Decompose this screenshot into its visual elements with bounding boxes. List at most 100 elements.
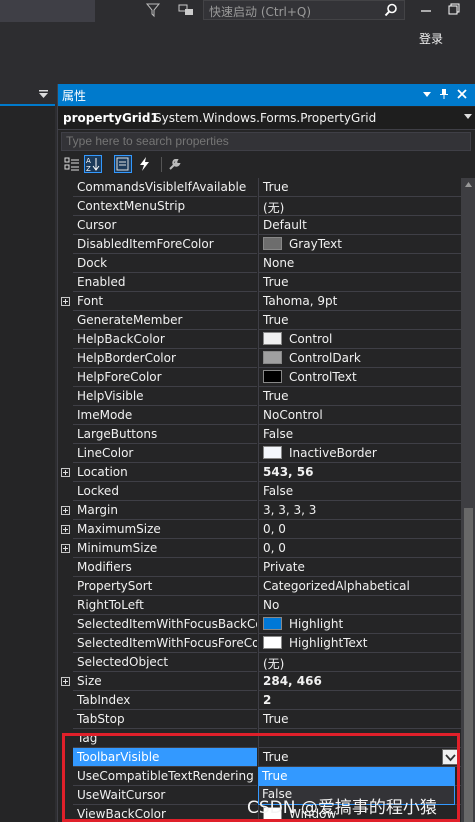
property-name[interactable]: Tag <box>73 729 257 748</box>
property-name[interactable]: Font <box>73 292 257 311</box>
property-value[interactable]: True <box>258 273 461 292</box>
property-value[interactable]: 543, 56 <box>258 463 461 482</box>
property-row[interactable]: Locked False <box>58 482 461 501</box>
property-row[interactable]: Modifiers Private <box>58 558 461 577</box>
property-name[interactable]: HelpVisible <box>73 387 257 406</box>
login-link[interactable]: 登录 <box>419 30 443 47</box>
object-selector[interactable]: propertyGrid1 System.Windows.Forms.Prope… <box>58 107 475 130</box>
property-value[interactable]: True <box>258 311 461 330</box>
property-row[interactable]: MinimumSize 0, 0 <box>58 539 461 558</box>
property-name[interactable]: Size <box>73 672 257 691</box>
expand-plus-icon[interactable] <box>61 506 70 515</box>
property-value[interactable]: 0, 0 <box>258 539 461 558</box>
close-icon[interactable] <box>455 87 469 101</box>
property-search-input[interactable] <box>62 133 470 149</box>
property-value[interactable]: 2 <box>258 691 461 710</box>
property-value[interactable]: HighlightText <box>258 634 461 653</box>
property-name[interactable]: Modifiers <box>73 558 257 577</box>
events-lightning-icon[interactable] <box>136 155 154 173</box>
property-name[interactable]: TabIndex <box>73 691 257 710</box>
property-name[interactable]: MaximumSize <box>73 520 257 539</box>
expand-plus-icon[interactable] <box>61 468 70 477</box>
property-search-box[interactable] <box>61 132 471 151</box>
categorized-icon[interactable] <box>63 155 81 173</box>
property-row[interactable]: HelpForeColor ControlText <box>58 368 461 387</box>
property-row[interactable]: Cursor Default <box>58 216 461 235</box>
property-value[interactable]: NoControl <box>258 406 461 425</box>
property-value[interactable]: 3, 3, 3, 3 <box>258 501 461 520</box>
property-name[interactable]: GenerateMember <box>73 311 257 330</box>
scroll-up-icon[interactable] <box>465 182 472 187</box>
property-row[interactable]: Margin 3, 3, 3, 3 <box>58 501 461 520</box>
scrollbar-thumb[interactable] <box>464 508 473 822</box>
property-row[interactable]: HelpBorderColor ControlDark <box>58 349 461 368</box>
feedback-icon[interactable] <box>178 2 194 18</box>
property-value[interactable]: Highlight <box>258 615 461 634</box>
property-row[interactable]: SelectedItemWithFocusForeColor HighlightT… <box>58 634 461 653</box>
property-value[interactable]: GrayText <box>258 235 461 254</box>
property-row[interactable]: MaximumSize 0, 0 <box>58 520 461 539</box>
property-name[interactable]: DisabledItemForeColor <box>73 235 257 254</box>
value-dropdown-button[interactable] <box>442 749 459 765</box>
property-name[interactable]: LargeButtons <box>73 425 257 444</box>
property-row[interactable]: Location 543, 56 <box>58 463 461 482</box>
property-value[interactable]: False <box>258 425 461 444</box>
pin-icon[interactable] <box>437 87 451 101</box>
property-row[interactable]: HelpVisible True <box>58 387 461 406</box>
property-name[interactable]: UseWaitCursor <box>73 786 257 805</box>
property-row[interactable]: SelectedObject (无) <box>58 653 461 672</box>
alphabetical-button[interactable]: A Z <box>84 155 102 173</box>
property-value[interactable]: True <box>258 178 461 197</box>
expand-plus-icon[interactable] <box>61 677 70 686</box>
restore-icon[interactable] <box>446 2 462 16</box>
property-name[interactable]: UseCompatibleTextRendering <box>73 767 257 786</box>
window-position-icon[interactable] <box>420 87 434 101</box>
property-name[interactable]: SelectedItemWithFocusForeColor <box>73 634 257 653</box>
property-value[interactable]: ControlDark <box>258 349 461 368</box>
property-value[interactable]: 284, 466 <box>258 672 461 691</box>
property-row[interactable]: Dock None <box>58 254 461 273</box>
property-name[interactable]: RightToLeft <box>73 596 257 615</box>
vertical-scrollbar[interactable] <box>461 178 475 822</box>
chevron-down-icon[interactable] <box>464 114 472 120</box>
property-name[interactable]: Dock <box>73 254 257 273</box>
property-row[interactable]: HelpBackColor Control <box>58 330 461 349</box>
property-name[interactable]: Enabled <box>73 273 257 292</box>
properties-view-button[interactable] <box>114 155 132 173</box>
property-name[interactable]: HelpBackColor <box>73 330 257 349</box>
property-row[interactable]: ImeMode NoControl <box>58 406 461 425</box>
property-row[interactable]: GenerateMember True <box>58 311 461 330</box>
property-row[interactable]: TabIndex 2 <box>58 691 461 710</box>
property-name[interactable]: HelpBorderColor <box>73 349 257 368</box>
property-value[interactable]: True <box>258 710 461 729</box>
property-row[interactable]: PropertySort CategorizedAlphabetical <box>58 577 461 596</box>
property-name[interactable]: Cursor <box>73 216 257 235</box>
property-row[interactable]: Tag <box>58 729 461 748</box>
property-value[interactable]: Private <box>258 558 461 577</box>
funnel-icon[interactable] <box>145 2 161 18</box>
property-name[interactable]: Locked <box>73 482 257 501</box>
property-value[interactable]: ControlText <box>258 368 461 387</box>
property-row[interactable]: Enabled True <box>58 273 461 292</box>
property-value[interactable]: True <box>258 387 461 406</box>
property-name[interactable]: Margin <box>73 501 257 520</box>
property-row[interactable]: ToolbarVisible True <box>58 748 461 767</box>
property-pages-wrench-icon[interactable] <box>166 155 184 173</box>
property-value[interactable]: 0, 0 <box>258 520 461 539</box>
expand-plus-icon[interactable] <box>61 297 70 306</box>
property-value[interactable]: True <box>258 748 461 767</box>
property-name[interactable]: ToolbarVisible <box>73 748 257 767</box>
property-value[interactable]: CategorizedAlphabetical <box>258 577 461 596</box>
property-row[interactable]: DisabledItemForeColor GrayText <box>58 235 461 254</box>
property-name[interactable]: ContextMenuStrip <box>73 197 257 216</box>
pane-menu-arrow-icon[interactable] <box>38 88 50 100</box>
property-name[interactable]: ViewBackColor <box>73 805 257 822</box>
property-name[interactable]: TabStop <box>73 710 257 729</box>
search-icon[interactable] <box>384 3 398 17</box>
property-name[interactable]: Location <box>73 463 257 482</box>
property-name[interactable]: ImeMode <box>73 406 257 425</box>
property-row[interactable]: RightToLeft No <box>58 596 461 615</box>
property-name[interactable]: LineColor <box>73 444 257 463</box>
property-value[interactable]: Control <box>258 330 461 349</box>
property-name[interactable]: CommandsVisibleIfAvailable <box>73 178 257 197</box>
